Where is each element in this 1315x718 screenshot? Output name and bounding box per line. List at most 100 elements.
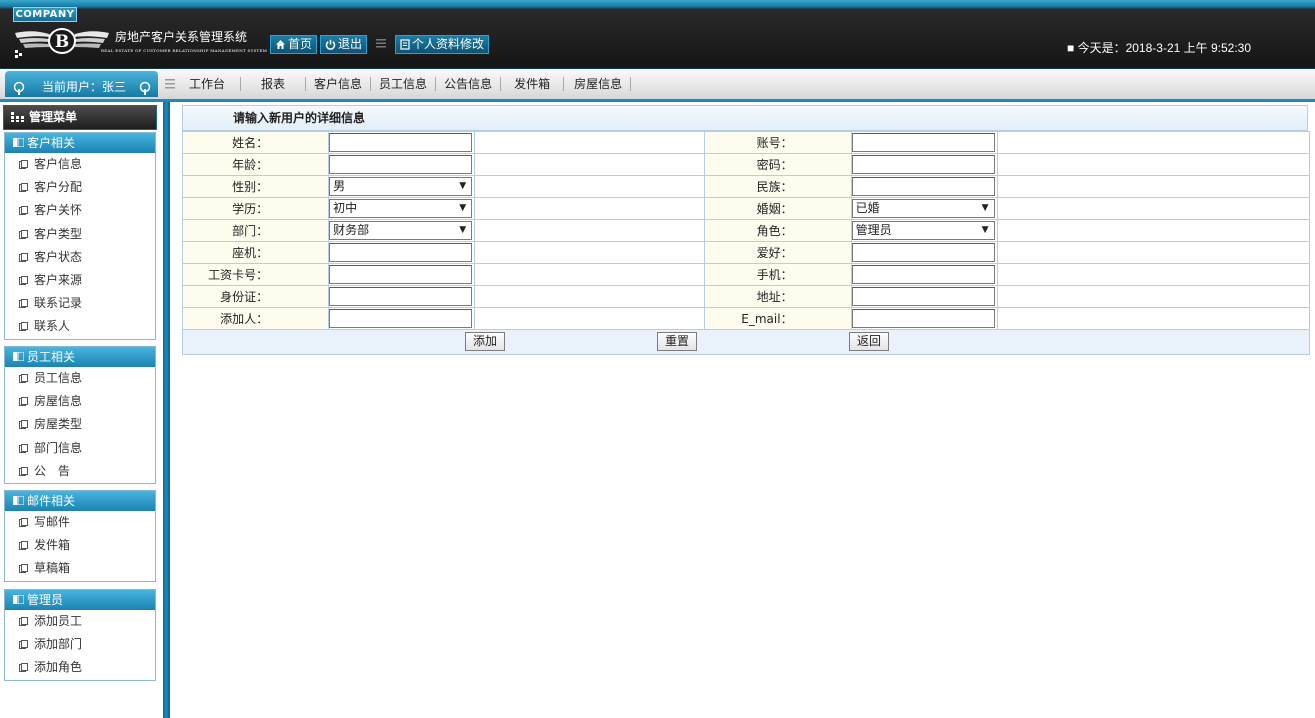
blank-cell xyxy=(474,219,706,242)
nav-link-workbench[interactable]: 工作台 xyxy=(176,77,242,91)
nav-link-reports[interactable]: 报表 xyxy=(241,77,307,91)
menu-item-house-type[interactable]: 房屋类型 xyxy=(5,413,155,436)
menu-item-label: 添加角色 xyxy=(34,660,83,675)
group-header[interactable]: 员工相关 xyxy=(5,347,155,367)
marriage-select[interactable]: 已婚 ▼ xyxy=(851,199,995,218)
form-row: 部门： 财务部 ▼ 角色： 管理员 ▼ xyxy=(181,219,1311,242)
field-label-password: 密码： xyxy=(704,153,852,176)
exit-label: 退出 xyxy=(338,37,363,51)
field-label-ethnicity: 民族： xyxy=(704,175,852,198)
menu-item-house-info[interactable]: 房屋信息 xyxy=(5,390,155,413)
marriage-value: 已婚 xyxy=(855,201,880,215)
menu-item-outbox[interactable]: 发件箱 xyxy=(5,534,155,557)
menu-item-label: 添加员工 xyxy=(34,614,83,628)
id-card-field[interactable] xyxy=(329,287,473,306)
page-icon xyxy=(19,206,28,216)
age-field[interactable] xyxy=(329,155,473,174)
menu-item-customer-assign[interactable]: 客户分配 xyxy=(5,176,155,199)
menu-item-customer-info[interactable]: 客户信息 xyxy=(5,153,155,176)
grid-icon xyxy=(11,112,24,122)
menu-item-customer-type[interactable]: 客户类型 xyxy=(5,223,155,246)
menu-item-customer-status[interactable]: 客户状态 xyxy=(5,246,155,269)
nav-link-employees[interactable]: 员工信息 xyxy=(371,77,437,91)
add-button[interactable]: 添加 xyxy=(465,332,506,351)
sidebar-divider xyxy=(163,102,170,718)
group-header[interactable]: 客户相关 xyxy=(5,133,155,153)
blank-cell xyxy=(474,197,706,220)
blank-cell xyxy=(996,197,1311,220)
menu-item-drafts[interactable]: 草稿箱 xyxy=(5,557,155,580)
menu-item-add-department[interactable]: 添加部门 xyxy=(5,633,155,656)
blank-cell xyxy=(474,263,706,286)
menu-item-announcement[interactable]: 公 告 xyxy=(5,460,155,483)
name-field[interactable] xyxy=(329,133,473,152)
group-header[interactable]: 管理员 xyxy=(5,590,155,610)
menu-group-employees: 员工相关 员工信息 房屋信息 房屋类型 部门信息 公 告 xyxy=(4,346,156,484)
group-title: 员工相关 xyxy=(27,350,76,364)
menu-item-customer-source[interactable]: 客户来源 xyxy=(5,269,155,292)
form-actions: 添加 重置 返回 xyxy=(182,330,1310,355)
dropdown-arrow-icon: ▼ xyxy=(981,203,989,213)
salary-card-field[interactable] xyxy=(329,265,473,284)
mobile-field[interactable] xyxy=(851,265,995,284)
page-icon xyxy=(19,640,28,650)
gender-value: 男 xyxy=(333,179,346,193)
field-label-mobile: 手机： xyxy=(704,263,852,286)
menu-item-label: 客户状态 xyxy=(34,249,83,264)
menu-item-label: 客户信息 xyxy=(34,157,83,171)
nav-link-customers[interactable]: 客户信息 xyxy=(306,77,372,91)
department-select[interactable]: 财务部 ▼ xyxy=(329,221,473,240)
blank-cell xyxy=(996,307,1311,330)
form-row: 性别： 男 ▼ 民族： xyxy=(181,175,1311,198)
hobby-field[interactable] xyxy=(851,243,995,262)
svg-text:B: B xyxy=(55,32,69,52)
role-select[interactable]: 管理员 ▼ xyxy=(851,221,995,240)
field-label-role: 角色： xyxy=(704,219,852,242)
document-icon xyxy=(400,39,410,50)
role-value: 管理员 xyxy=(855,223,892,237)
department-value: 财务部 xyxy=(333,223,370,237)
menu-item-label: 写邮件 xyxy=(34,515,71,529)
profile-edit-button[interactable]: 个人资料修改 xyxy=(395,35,490,54)
ethnicity-field[interactable] xyxy=(851,177,995,196)
landline-field[interactable] xyxy=(329,243,473,262)
password-field[interactable] xyxy=(851,155,995,174)
back-button[interactable]: 返回 xyxy=(849,332,890,351)
group-header[interactable]: 邮件相关 xyxy=(5,491,155,511)
exit-button[interactable]: 退出 xyxy=(320,35,368,54)
reset-button[interactable]: 重置 xyxy=(657,332,698,351)
menu-item-add-employee[interactable]: 添加员工 xyxy=(5,610,155,633)
field-label-department: 部门： xyxy=(181,219,330,242)
nav-link-houses[interactable]: 房屋信息 xyxy=(564,77,632,91)
dropdown-arrow-icon: ▼ xyxy=(459,225,467,235)
menu-item-contact-records[interactable]: 联系记录 xyxy=(5,292,155,315)
blank-cell xyxy=(996,219,1311,242)
menu-item-add-role[interactable]: 添加角色 xyxy=(5,656,155,679)
page-icon xyxy=(19,183,28,193)
menu-item-customer-care[interactable]: 客户关怀 xyxy=(5,199,155,222)
form-row: 添加人： E_mail： xyxy=(181,307,1311,330)
current-user-label: 当前用户：张三 xyxy=(42,80,127,94)
field-label-education: 学历： xyxy=(181,197,330,220)
nav-link-outbox[interactable]: 发件箱 xyxy=(501,77,565,91)
menu-item-write-mail[interactable]: 写邮件 xyxy=(5,511,155,534)
menu-item-contacts[interactable]: 联系人 xyxy=(5,315,155,338)
home-button[interactable]: 首页 xyxy=(270,35,318,54)
menu-item-employee-info[interactable]: 员工信息 xyxy=(5,367,155,390)
book-icon xyxy=(13,496,24,505)
group-title: 邮件相关 xyxy=(27,494,76,508)
menu-item-department-info[interactable]: 部门信息 xyxy=(5,437,155,460)
form-header: 请输入新用户的详细信息 xyxy=(182,105,1308,131)
education-select[interactable]: 初中 ▼ xyxy=(329,199,473,218)
added-by-field[interactable] xyxy=(329,309,473,328)
address-field[interactable] xyxy=(851,287,995,306)
gender-select[interactable]: 男 ▼ xyxy=(329,177,473,196)
nav-link-notices[interactable]: 公告信息 xyxy=(436,77,502,91)
blank-cell xyxy=(474,285,706,308)
email-field[interactable] xyxy=(851,309,995,328)
form-row: 工资卡号： 手机： xyxy=(181,263,1311,286)
menu-item-label: 房屋类型 xyxy=(34,417,83,432)
page-icon xyxy=(19,160,28,169)
field-label-hobby: 爱好： xyxy=(704,241,852,264)
account-field[interactable] xyxy=(851,133,995,152)
